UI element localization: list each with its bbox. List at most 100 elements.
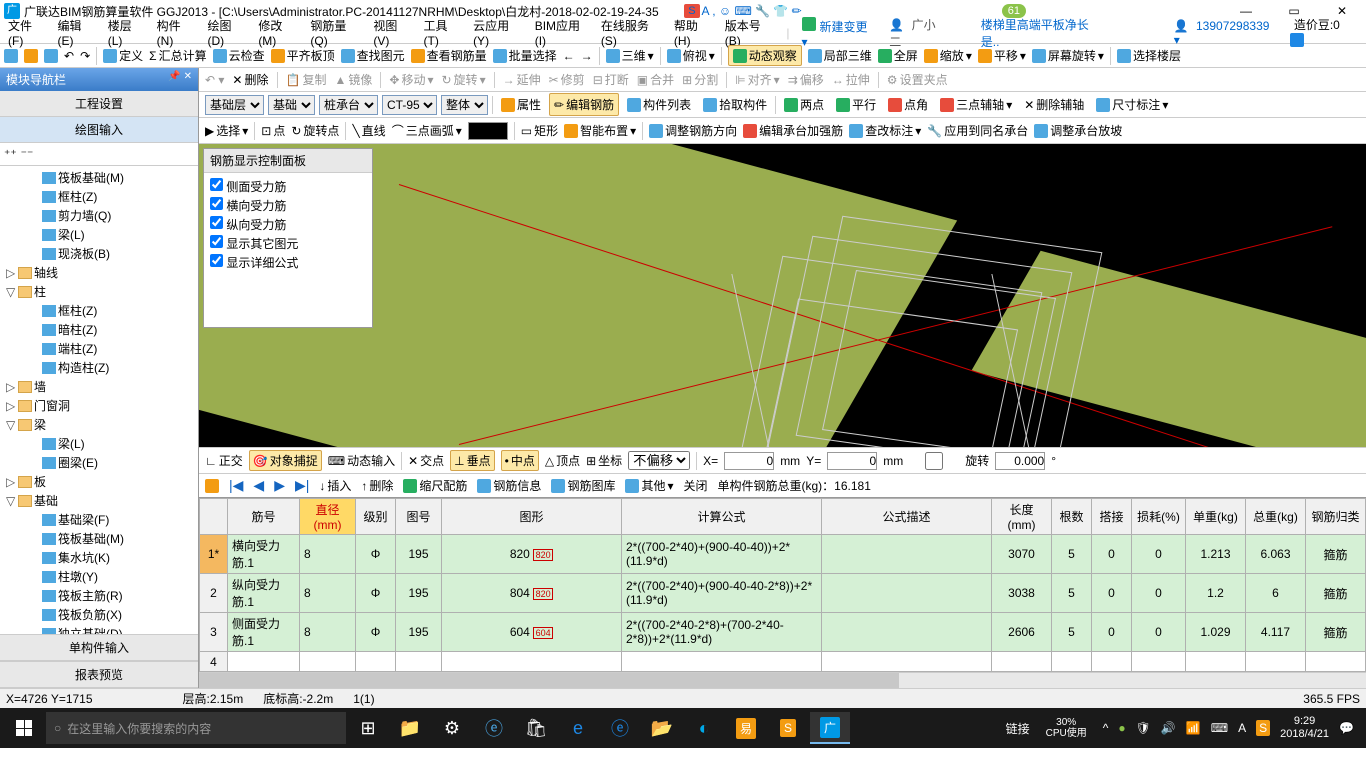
taskbar-ggj-icon[interactable]: 广 (810, 712, 850, 744)
new-change-button[interactable]: 新建变更 ▾ (798, 15, 882, 51)
column-header[interactable]: 钢筋归类 (1306, 499, 1366, 535)
undo-button[interactable]: ↶ (64, 49, 74, 63)
rot-point-button[interactable]: ↻ 旋转点 (291, 122, 339, 139)
menu-view[interactable]: 视图(V) (369, 15, 415, 50)
taskbar-folder2-icon[interactable]: 📂 (642, 712, 682, 744)
point-button[interactable]: ⊡ 点 (261, 122, 285, 139)
break-button[interactable]: ⊟ 打断 (593, 71, 629, 88)
column-header[interactable]: 根数 (1052, 499, 1092, 535)
column-header[interactable]: 单重(kg) (1186, 499, 1246, 535)
rotate-input[interactable] (995, 452, 1045, 470)
tree-node[interactable]: 基础梁(F) (2, 510, 196, 529)
column-header[interactable]: 直径(mm) (300, 499, 356, 535)
display-option[interactable]: 显示详细公式 (210, 253, 366, 272)
mid-button[interactable]: • 中点 (501, 450, 539, 471)
column-header[interactable]: 计算公式 (622, 499, 822, 535)
trim-button[interactable]: ✂ 修剪 (549, 71, 585, 88)
username-label[interactable]: 👤 广小二 (885, 14, 952, 52)
ortho-button[interactable]: ∟ 正交 (205, 452, 243, 469)
menu-bim[interactable]: BIM应用(I) (531, 15, 593, 50)
apply-same-button[interactable]: 🔧 应用到同名承台 (927, 122, 1028, 139)
column-header[interactable]: 图形 (442, 499, 622, 535)
strong-rebar-button[interactable]: 编辑承台加强筋 (743, 122, 843, 139)
color-box[interactable] (468, 122, 508, 140)
fwd-button[interactable]: → (581, 49, 593, 63)
tree-node[interactable]: ▷轴线 (2, 263, 196, 282)
tree-node[interactable]: 集水坑(K) (2, 548, 196, 567)
coord-button[interactable]: ⊞ 坐标 (586, 452, 622, 469)
close-panel-button[interactable]: 关闭 (684, 477, 708, 494)
tab-draw-input[interactable]: 绘图输入 (0, 117, 198, 143)
check-dim-button[interactable]: 查改标注 ▾ (849, 122, 921, 139)
menu-component[interactable]: 构件(N) (153, 15, 200, 50)
3d-button[interactable]: 三维 ▾ (606, 47, 654, 64)
component-list-button[interactable]: 构件列表 (623, 94, 695, 115)
lock-icon[interactable] (205, 479, 219, 493)
column-header[interactable]: 图号 (396, 499, 442, 535)
two-point-button[interactable]: 两点 (780, 94, 828, 115)
offset-select[interactable]: 不偏移 (628, 451, 690, 470)
tray-sogou-icon[interactable]: S (1256, 721, 1270, 735)
view-rebar-button[interactable]: 查看钢筋量 (411, 47, 487, 64)
taskbar-edge-icon[interactable]: ⓔ (474, 712, 514, 744)
taskbar-ie-icon[interactable]: ⓔ (600, 712, 640, 744)
task-view-icon[interactable]: ⊞ (348, 712, 388, 744)
collapse-icon[interactable]: ⁻⁻ (21, 147, 34, 161)
column-header[interactable] (200, 499, 228, 535)
find-element-button[interactable]: 查找图元 (341, 47, 405, 64)
cpu-meter[interactable]: 30%CPU使用 (1046, 717, 1087, 739)
menu-file[interactable]: 文件(F) (4, 15, 50, 50)
three-axis-button[interactable]: 三点辅轴 ▾ (936, 94, 1016, 115)
tree-node[interactable]: 暗柱(Z) (2, 320, 196, 339)
taskbar-blue-icon[interactable]: ◐ (684, 712, 724, 744)
mirror-button[interactable]: ▲ 镜像 (334, 71, 372, 88)
menu-modify[interactable]: 修改(M) (254, 15, 302, 50)
prev-button[interactable]: ◀ (253, 477, 264, 494)
tree-node[interactable]: 筏板基础(M) (2, 168, 196, 187)
menu-rebar[interactable]: 钢筋量(Q) (306, 15, 365, 50)
tree-node[interactable]: 筏板基础(M) (2, 529, 196, 548)
vertex-button[interactable]: △ 顶点 (545, 452, 580, 469)
rebar-info-button[interactable]: 钢筋信息 (477, 477, 541, 494)
tray-wifi-icon[interactable]: 📶 (1186, 721, 1201, 735)
menu-online[interactable]: 在线服务(S) (597, 15, 666, 50)
delete-button[interactable]: ✕ 删除 (232, 71, 268, 88)
insert-button[interactable]: ↓ 插入 (319, 477, 351, 494)
adjust-ct-button[interactable]: 调整承台放坡 (1034, 122, 1122, 139)
search-box[interactable]: ○ 在这里输入你要搜索的内容 (46, 712, 346, 744)
tree-node[interactable]: 端柱(Z) (2, 339, 196, 358)
delete-row-button[interactable]: ↑ 删除 (361, 477, 393, 494)
taskbar-spiral-icon[interactable]: ⚙ (432, 712, 472, 744)
rebar-lib-button[interactable]: 钢筋图库 (551, 477, 615, 494)
tree-node[interactable]: 构造柱(Z) (2, 358, 196, 377)
edit-rebar-button[interactable]: ✏ 编辑钢筋 (549, 93, 619, 116)
osnap-button[interactable]: 🎯 对象捕捉 (249, 450, 322, 471)
last-button[interactable]: ▶| (295, 477, 309, 494)
other-button[interactable]: 其他 ▾ (625, 477, 673, 494)
select-floor-button[interactable]: 选择楼层 (1117, 47, 1181, 64)
table-row[interactable]: 1* 横向受力筋.18Φ195 820 820 2*((700-2*40)+(9… (200, 535, 1366, 574)
component-select[interactable]: 桩承台 (319, 95, 378, 115)
sum-button[interactable]: Σ 汇总计算 (149, 47, 206, 64)
move-button[interactable]: ✥ 移动 ▾ (389, 71, 433, 88)
rebar-grid[interactable]: 筋号直径(mm)级别图号图形计算公式公式描述长度(mm)根数搭接损耗(%)单重(… (199, 497, 1366, 672)
tree-node[interactable]: 梁(L) (2, 225, 196, 244)
back-button[interactable]: ← (563, 49, 575, 63)
menu-draw[interactable]: 绘图(D) (203, 15, 250, 50)
dim-button[interactable]: 尺寸标注 ▾ (1092, 94, 1172, 115)
tab-single-component[interactable]: 单构件输入 (0, 634, 198, 661)
expand-icon[interactable]: ⁺⁺ (4, 147, 17, 161)
first-button[interactable]: |◀ (229, 477, 243, 494)
taskbar-explorer-icon[interactable]: 📁 (390, 712, 430, 744)
display-option[interactable]: 显示其它图元 (210, 234, 366, 253)
menu-tool[interactable]: 工具(T) (420, 15, 466, 50)
column-header[interactable]: 总重(kg) (1246, 499, 1306, 535)
layer-select[interactable]: 基础层 (205, 95, 264, 115)
tray-a-icon[interactable]: A (1238, 721, 1246, 735)
redo-button[interactable]: ↷ (80, 49, 90, 63)
column-header[interactable]: 级别 (356, 499, 396, 535)
new-button[interactable] (4, 49, 18, 63)
start-button[interactable] (4, 712, 44, 744)
category-select[interactable]: 基础 (268, 95, 315, 115)
copy-button[interactable]: 📋 复制 (286, 71, 327, 88)
